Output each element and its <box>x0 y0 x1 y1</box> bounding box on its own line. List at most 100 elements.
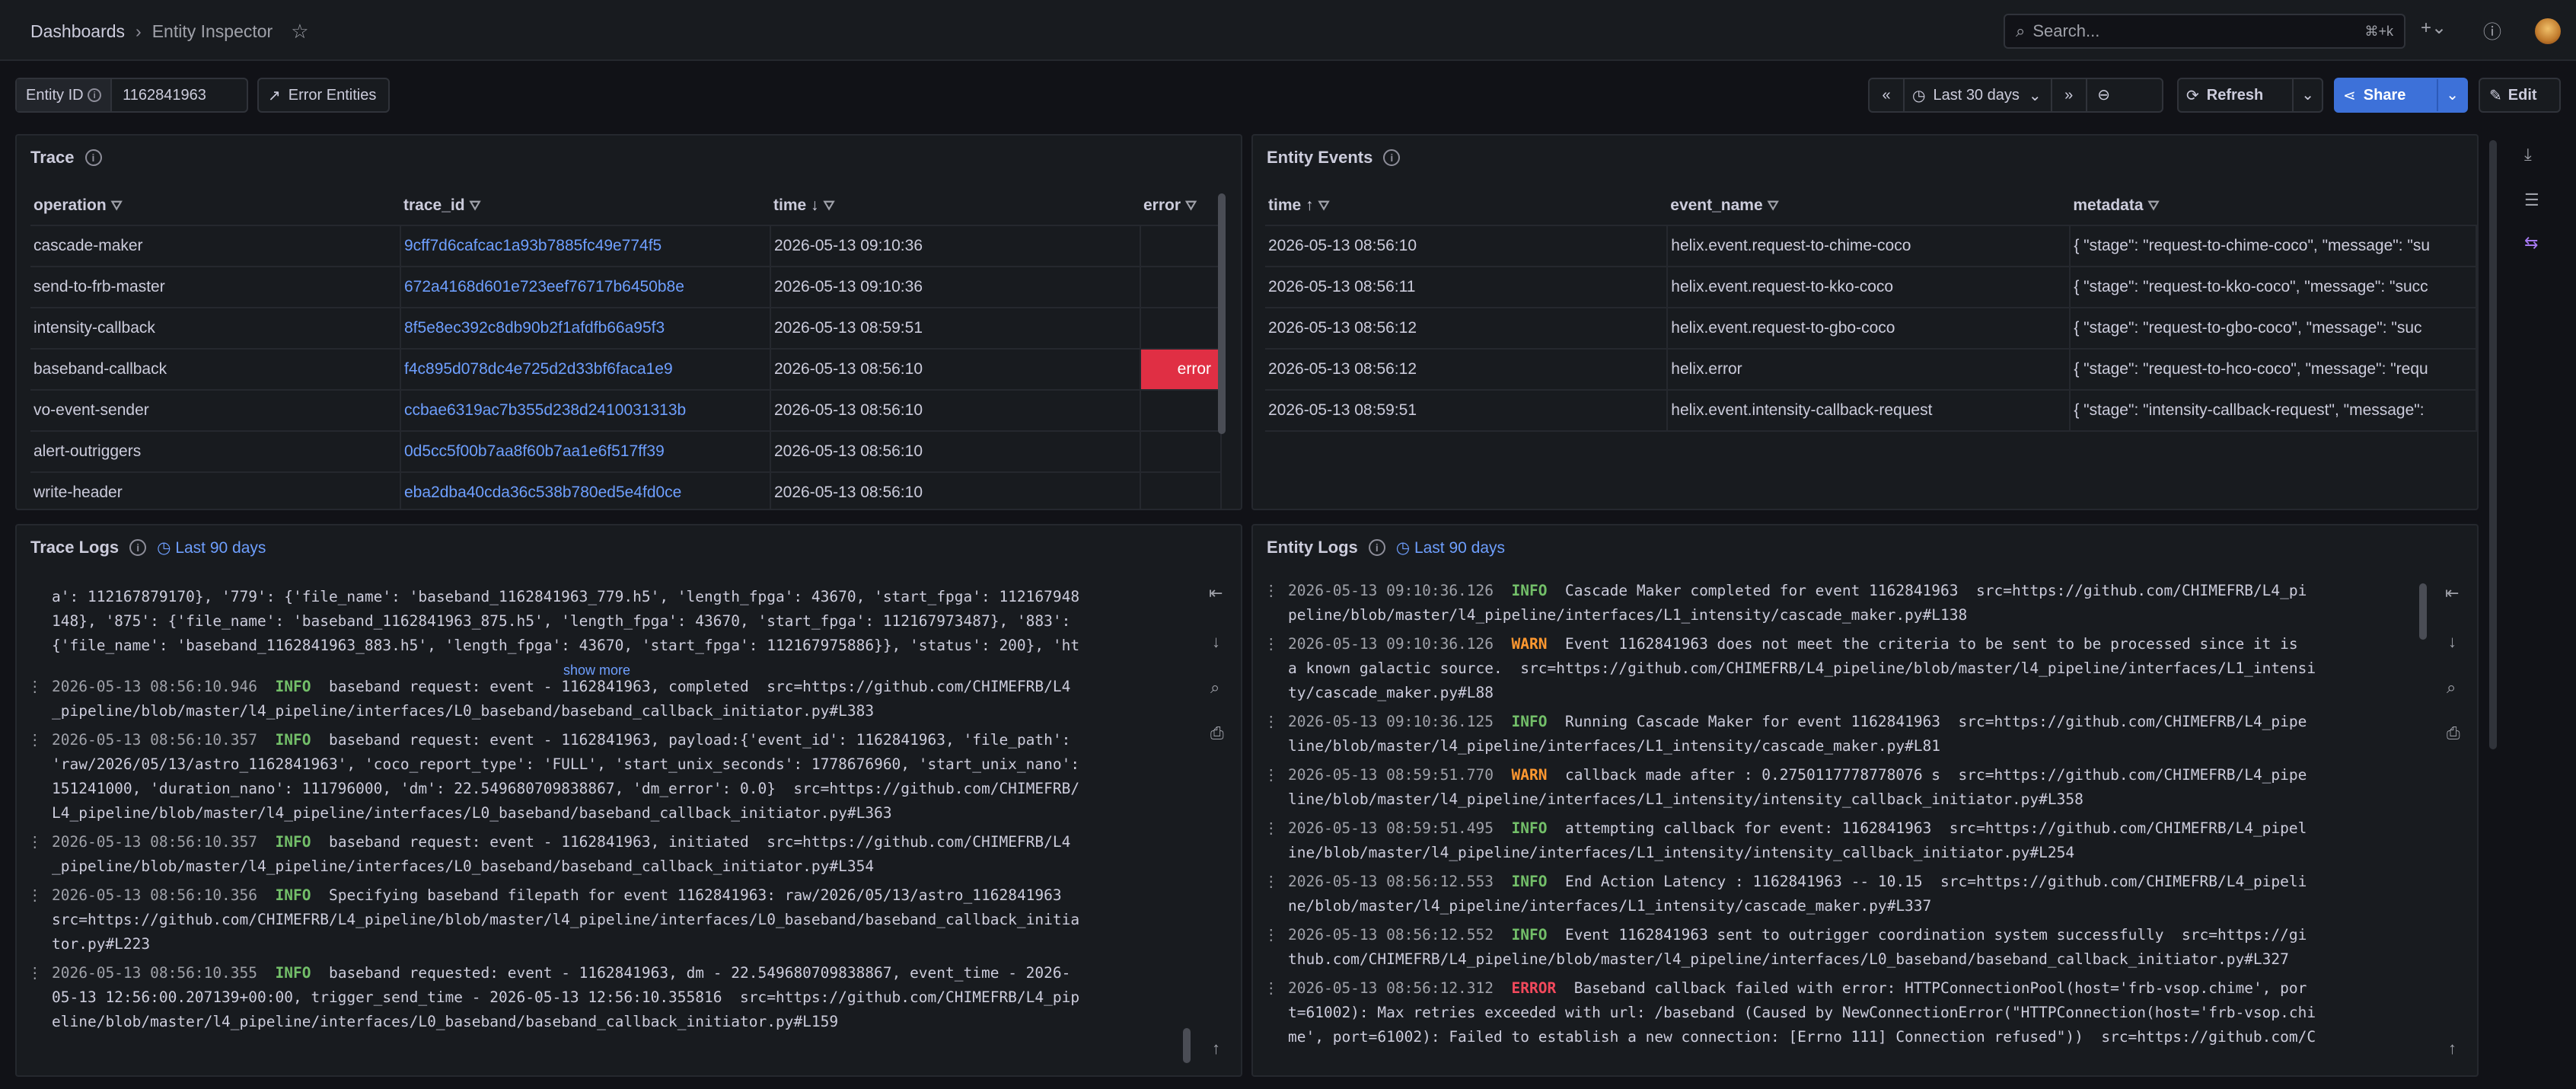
expand-icon[interactable]: ⋮ <box>1264 976 1279 1001</box>
download-icon[interactable]: ⤓ <box>2524 145 2532 164</box>
column-header-error[interactable]: error ⛛ <box>1140 186 1221 226</box>
breadcrumb-root[interactable]: Dashboards <box>30 21 125 42</box>
log-entry[interactable]: ⋮ 2026-05-13 08:56:12.553 INFO End Action… <box>1264 870 2316 918</box>
table-row[interactable]: 2026-05-13 08:56:12 helix.error{ "stage":… <box>1265 349 2477 391</box>
time-back-icon[interactable]: « <box>1870 79 1905 111</box>
table-row[interactable]: 2026-05-13 08:56:10 helix.event.request-t… <box>1265 225 2477 267</box>
share-chevron-icon[interactable]: ⌄ <box>2437 79 2466 111</box>
search-icon[interactable]: ⌕ <box>1210 678 1219 698</box>
search-icon[interactable]: ⌕ <box>2447 678 2456 698</box>
log-entry[interactable]: ⋮ 2026-05-13 08:59:51.495 INFO attempting… <box>1264 816 2316 865</box>
table-row[interactable]: write-header eba2dba40cda36c538b780ed5e4f… <box>30 472 1222 509</box>
cell-trace-id[interactable]: ccbae6319ac7b355d238d2410031313b <box>400 390 771 432</box>
info-icon[interactable]: i <box>1383 149 1401 166</box>
arrow-up-icon[interactable]: ↑ <box>2448 1039 2456 1059</box>
log-entry[interactable]: ⋮ 2026-05-13 08:56:10.946 INFO baseband r… <box>27 675 1079 723</box>
log-entry[interactable]: ⋮ 2026-05-13 08:56:10.357 INFO baseband r… <box>27 830 1079 879</box>
table-row[interactable]: vo-event-sender ccbae6319ac7b355d238d2410… <box>30 390 1222 432</box>
download-icon[interactable]: ⎙ <box>2447 723 2460 743</box>
expand-icon[interactable]: ⋮ <box>1264 763 1279 787</box>
show-more-link[interactable]: show more <box>563 663 630 679</box>
cell-trace-id[interactable]: 672a4168d601e723eef76717b6450b8e <box>400 267 771 308</box>
log-entry[interactable]: ⋮ 2026-05-13 08:56:12.312 ERROR Baseband … <box>1264 976 2316 1049</box>
search-input[interactable]: ⌕ Search... ⌘+k <box>2004 14 2405 49</box>
info-icon[interactable]: i <box>84 149 102 166</box>
log-entry[interactable]: ⋮ 2026-05-13 09:10:36.126 WARN Event 1162… <box>1264 632 2316 705</box>
time-range-label[interactable]: Last 30 days <box>1933 87 2019 104</box>
expand-icon[interactable]: ⋮ <box>1264 816 1279 841</box>
scroll-top-icon[interactable]: ⇤ <box>2445 583 2459 603</box>
arrow-down-icon[interactable]: ↓ <box>2448 632 2456 652</box>
time-forward-icon[interactable]: » <box>2050 79 2086 111</box>
arrow-down-icon[interactable]: ↓ <box>1212 632 1220 652</box>
zoom-out-icon[interactable]: ⊖ <box>2085 79 2121 111</box>
star-icon[interactable]: ☆ <box>291 20 308 43</box>
error-entities-button[interactable]: ↗ Error Entities <box>257 78 390 113</box>
avatar[interactable] <box>2535 18 2561 44</box>
filter-icon[interactable]: ⛛ <box>470 198 481 213</box>
chevron-down-icon[interactable]: ⌄ <box>2020 86 2051 105</box>
plus-icon[interactable]: +⌄ <box>2421 17 2447 39</box>
arrow-up-icon[interactable]: ↑ <box>1212 1039 1220 1059</box>
expand-icon[interactable]: ⋮ <box>1264 632 1279 656</box>
filter-icon[interactable]: ⛛ <box>111 198 123 213</box>
expand-icon[interactable]: ⋮ <box>27 728 43 752</box>
cell-trace-id[interactable]: eba2dba40cda36c538b780ed5e4fd0ce <box>400 472 771 509</box>
log-entry[interactable]: ⋮ 2026-05-13 08:56:10.355 INFO baseband r… <box>27 961 1079 1034</box>
expand-icon[interactable]: ⋮ <box>27 883 43 908</box>
expand-icon[interactable]: ⋮ <box>1264 923 1279 947</box>
table-row[interactable]: 2026-05-13 08:59:51 helix.event.intensity… <box>1265 390 2477 432</box>
filter-icon[interactable]: ⛛ <box>1185 198 1197 213</box>
log-line: 2026-05-13 08:56:10.356 INFO Specifying … <box>52 883 1079 908</box>
scrollbar[interactable] <box>1183 1028 1191 1063</box>
scrollbar[interactable] <box>1218 193 1226 434</box>
refresh-button[interactable]: ⟳ Refresh ⌄ <box>2177 78 2323 113</box>
table-row[interactable]: intensity-callback 8f5e8ec392c8db90b2f1af… <box>30 308 1222 350</box>
column-header-event-name[interactable]: event_name ⛛ <box>1667 186 2071 226</box>
download-icon[interactable]: ⎙ <box>1210 723 1224 743</box>
expand-icon[interactable]: ⋮ <box>1264 710 1279 734</box>
column-header-operation[interactable]: operation ⛛ <box>30 186 400 226</box>
table-row[interactable]: cascade-maker 9cff7d6cafcac1a93b7885fc49e… <box>30 225 1222 267</box>
code-icon[interactable]: ⇆ <box>2524 233 2538 253</box>
log-entry[interactable]: ⋮ 2026-05-13 09:10:36.125 INFO Running Ca… <box>1264 710 2316 758</box>
share-button[interactable]: ⋖ Share ⌄ <box>2334 78 2468 113</box>
scroll-top-icon[interactable]: ⇤ <box>1209 583 1223 603</box>
help-icon[interactable]: ⓘ <box>2483 17 2501 43</box>
expand-icon[interactable]: ⋮ <box>1264 870 1279 894</box>
table-row[interactable]: baseband-callback f4c895d078dc4e725d2d33b… <box>30 349 1222 391</box>
refresh-interval-chevron-icon[interactable]: ⌄ <box>2292 79 2322 111</box>
table-row[interactable]: alert-outriggers 0d5cc5f00b7aa8f60b7aa1e6… <box>30 431 1222 473</box>
log-entry[interactable]: ⋮ 2026-05-13 08:56:10.357 INFO baseband r… <box>27 728 1079 826</box>
edit-button[interactable]: ✎ Edit <box>2479 78 2561 113</box>
column-header-time[interactable]: time ↓ ⛛ <box>770 186 1140 226</box>
column-header-time[interactable]: time ↑ ⛛ <box>1265 186 1668 226</box>
cell-trace-id[interactable]: 0d5cc5f00b7aa8f60b7aa1e6f517ff39 <box>400 431 771 473</box>
scrollbar[interactable] <box>2419 583 2427 640</box>
column-header-metadata[interactable]: metadata ⛛ <box>2070 186 2476 226</box>
expand-icon[interactable]: ⋮ <box>27 675 43 699</box>
column-header-trace-id[interactable]: trace_id ⛛ <box>400 186 770 226</box>
cell-trace-id[interactable]: f4c895d078dc4e725d2d33bf6faca1e9 <box>400 349 771 391</box>
list-icon[interactable]: ☰ <box>2524 190 2539 210</box>
log-entry[interactable]: ⋮ 2026-05-13 09:10:36.126 INFO Cascade Ma… <box>1264 579 2316 628</box>
log-entry[interactable]: ⋮ 2026-05-13 08:59:51.770 WARN callback m… <box>1264 763 2316 812</box>
filter-icon[interactable]: ⛛ <box>1768 198 1779 213</box>
info-icon[interactable]: i <box>1368 539 1385 556</box>
expand-icon[interactable]: ⋮ <box>1264 579 1279 603</box>
cell-trace-id[interactable]: 8f5e8ec392c8db90b2f1afdfb66a95f3 <box>400 308 771 350</box>
cell-trace-id[interactable]: 9cff7d6cafcac1a93b7885fc49e774f5 <box>400 225 771 267</box>
filter-icon[interactable]: ⛛ <box>2148 198 2160 213</box>
log-entry[interactable]: ⋮ 2026-05-13 08:56:12.552 INFO Event 1162… <box>1264 923 2316 972</box>
log-entry[interactable]: ⋮ 2026-05-13 08:56:10.356 INFO Specifying… <box>27 883 1079 956</box>
filter-icon[interactable]: ⛛ <box>1318 198 1330 213</box>
page-scrollbar[interactable] <box>2489 140 2497 749</box>
expand-icon[interactable]: ⋮ <box>27 961 43 985</box>
filter-icon[interactable]: ⛛ <box>824 198 835 213</box>
table-row[interactable]: 2026-05-13 08:56:12 helix.event.request-t… <box>1265 308 2477 350</box>
table-row[interactable]: send-to-frb-master 672a4168d601e723eef767… <box>30 267 1222 308</box>
info-icon[interactable]: i <box>129 539 147 556</box>
table-row[interactable]: 2026-05-13 08:56:11 helix.event.request-t… <box>1265 267 2477 308</box>
expand-icon[interactable]: ⋮ <box>27 830 43 854</box>
entity-id-input[interactable]: 1162841963 <box>112 87 217 104</box>
